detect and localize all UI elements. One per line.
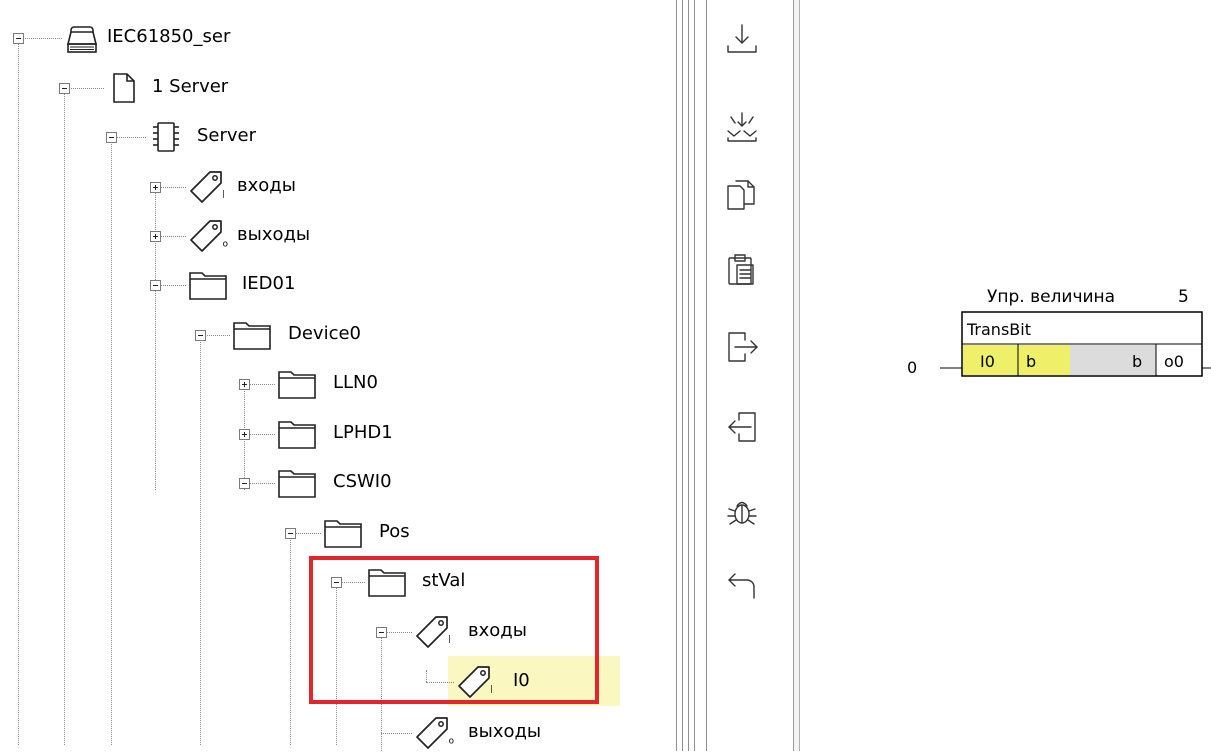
block-input-value[interactable]: 0 [907, 358, 917, 378]
function-block-diagram [940, 311, 1211, 377]
block-input-pin[interactable]: I0 [980, 352, 995, 372]
block-body-cell [1070, 345, 1156, 375]
block-header-label: Упр. величина [987, 287, 1116, 307]
block-input-type: b [1026, 352, 1037, 371]
block-output-pin[interactable]: o0 [1164, 352, 1184, 372]
block-title: TransBit [967, 320, 1031, 339]
block-header-value: 5 [1178, 287, 1189, 307]
block-output-type: b [1132, 352, 1143, 371]
